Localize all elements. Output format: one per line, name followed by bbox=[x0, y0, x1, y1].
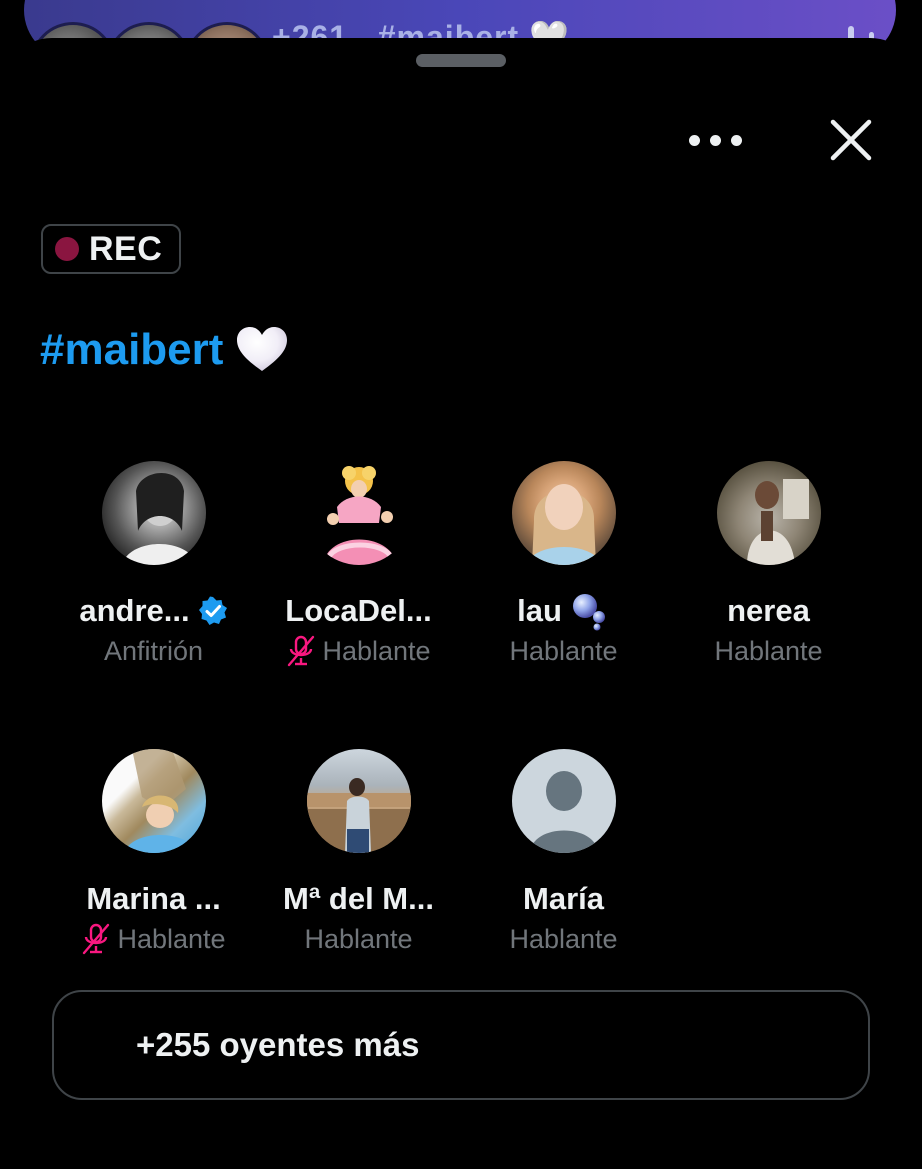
close-button[interactable] bbox=[822, 116, 878, 166]
participant-role: Hablante bbox=[509, 635, 618, 666]
white-heart-icon bbox=[237, 327, 288, 371]
listeners-button[interactable]: +255 oyentes más bbox=[52, 990, 870, 1100]
avatar-photo bbox=[306, 778, 411, 853]
avatar bbox=[716, 461, 821, 565]
role-row: Hablante bbox=[81, 921, 226, 957]
avatar-photo bbox=[121, 472, 198, 565]
default-avatar-icon bbox=[529, 771, 598, 853]
recording-dot-icon bbox=[55, 237, 79, 261]
avatar bbox=[306, 461, 411, 565]
listeners-label: +255 oyentes más bbox=[136, 1026, 420, 1063]
role-row: Hablante bbox=[714, 633, 822, 669]
participant-name: lau bbox=[517, 593, 562, 628]
role-row: Anfitrión bbox=[104, 633, 203, 669]
role-row: Hablante bbox=[286, 633, 431, 669]
participant-name: nerea bbox=[727, 593, 810, 628]
avatar-photo bbox=[746, 479, 809, 565]
participant-name: Marina ... bbox=[86, 881, 221, 916]
verified-badge-icon bbox=[198, 596, 227, 625]
participant-marina[interactable]: Marina ... Hablante bbox=[51, 749, 256, 979]
avatar-photo bbox=[322, 466, 397, 565]
more-options-button[interactable] bbox=[680, 122, 750, 158]
drag-handle[interactable] bbox=[416, 54, 506, 67]
more-dot bbox=[730, 134, 742, 146]
participant-maria[interactable]: María Hablante bbox=[461, 749, 666, 979]
role-row: Hablante bbox=[509, 633, 617, 669]
avatar bbox=[511, 749, 616, 853]
participant-role: Hablante bbox=[117, 923, 226, 954]
participant-role: Hablante bbox=[509, 923, 618, 954]
name-row: LocaDel... bbox=[285, 591, 431, 631]
recording-label: REC bbox=[89, 229, 163, 268]
space-title: #maibert bbox=[40, 320, 289, 380]
avatar-photo bbox=[123, 749, 198, 853]
participant-nerea[interactable]: nerea Hablante bbox=[666, 461, 871, 691]
participant-name: María bbox=[523, 881, 604, 916]
participant-mdelm[interactable]: Mª del M... Hablante bbox=[256, 749, 461, 979]
participant-role: Anfitrión bbox=[103, 635, 204, 666]
mic-off-icon bbox=[288, 635, 315, 667]
participant-lau[interactable]: lau Hablante bbox=[461, 461, 666, 691]
participant-role: Hablante bbox=[714, 635, 823, 666]
hashtag-link[interactable]: #maibert bbox=[40, 325, 223, 375]
name-row: andre... bbox=[79, 591, 227, 631]
name-row: Marina ... bbox=[86, 879, 220, 919]
name-row: lau bbox=[517, 591, 610, 631]
name-row: Mª del M... bbox=[283, 879, 434, 919]
participant-andrea[interactable]: andre... Anfitrión bbox=[51, 461, 256, 691]
avatar-photo bbox=[525, 484, 602, 565]
avatar bbox=[511, 461, 616, 565]
avatar bbox=[306, 749, 411, 853]
bubbles-icon bbox=[572, 594, 605, 631]
name-row: nerea bbox=[727, 591, 810, 631]
participant-locadel[interactable]: LocaDel... Hablante bbox=[256, 461, 461, 691]
participant-name: LocaDel... bbox=[285, 593, 432, 628]
close-icon bbox=[830, 119, 872, 161]
more-dot bbox=[709, 134, 721, 146]
mic-off-icon bbox=[83, 923, 110, 955]
recording-badge: REC bbox=[41, 224, 181, 274]
name-row: María bbox=[523, 879, 604, 919]
participant-role: Hablante bbox=[304, 923, 413, 954]
participant-name: andre... bbox=[79, 593, 190, 628]
role-row: Hablante bbox=[304, 921, 412, 957]
avatar bbox=[101, 461, 206, 565]
participant-name: Mª del M... bbox=[283, 881, 434, 916]
participant-role: Hablante bbox=[322, 635, 431, 666]
more-dot bbox=[688, 134, 700, 146]
role-row: Hablante bbox=[509, 921, 617, 957]
avatar bbox=[101, 749, 206, 853]
